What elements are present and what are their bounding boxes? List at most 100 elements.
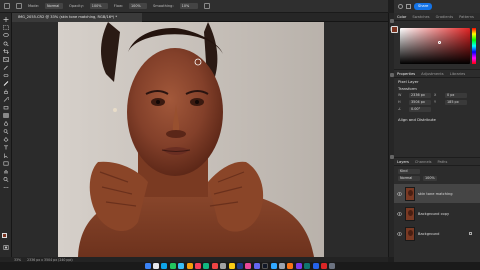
angle-field[interactable]: 0.00°	[409, 106, 431, 112]
height-field[interactable]: 3504 px	[409, 99, 431, 105]
zoom-app-icon[interactable]	[295, 263, 302, 269]
layer-filter-row: Kind	[394, 168, 480, 174]
width-field[interactable]: 2336 px	[409, 92, 431, 98]
brush-tool-icon[interactable]	[3, 81, 9, 86]
mode-select[interactable]: Normal	[45, 3, 64, 9]
more-tools-icon[interactable]	[3, 185, 9, 190]
document-tab[interactable]: IMG_2055.CR2 @ 33% (skin tone matching, …	[12, 13, 142, 22]
messages-app-icon[interactable]	[169, 263, 176, 269]
dock	[0, 262, 480, 270]
facetime-app-icon[interactable]	[203, 263, 210, 269]
photo-canvas[interactable]	[58, 22, 324, 257]
share-button[interactable]: Share	[414, 3, 433, 10]
tab-gradients[interactable]: Gradients	[436, 15, 454, 19]
launchpad-app-icon[interactable]	[153, 263, 160, 269]
align-distribute-header[interactable]: Align and Distribute	[394, 116, 480, 123]
music-app-icon[interactable]	[245, 263, 252, 269]
tv-app-icon[interactable]	[262, 263, 269, 269]
hue-slider[interactable]	[472, 28, 476, 64]
quick-mask-icon[interactable]	[3, 245, 9, 250]
mail-app-icon[interactable]	[178, 263, 185, 269]
layer-row[interactable]: Background	[394, 224, 480, 243]
tab-patterns[interactable]: Patterns	[459, 15, 474, 19]
tab-paths[interactable]: Paths	[438, 160, 448, 164]
eye-icon[interactable]	[397, 191, 402, 196]
keynote-app-icon[interactable]	[312, 263, 319, 269]
dodge-tool-icon[interactable]	[3, 129, 9, 134]
layer-opacity-field[interactable]: 100%	[423, 175, 437, 181]
zoom-level[interactable]: 33%	[14, 258, 21, 262]
hand-tool-icon[interactable]	[3, 169, 9, 174]
tab-libraries[interactable]: Libraries	[450, 72, 466, 76]
lasso-tool-icon[interactable]	[3, 33, 9, 38]
blend-mode-select[interactable]: Normal	[398, 175, 420, 181]
gear-icon[interactable]	[203, 3, 210, 9]
notes-app-icon[interactable]	[228, 263, 235, 269]
opacity-field[interactable]: 100%	[89, 3, 108, 9]
path-selection-tool-icon[interactable]	[3, 153, 9, 158]
zoom-tool-icon[interactable]	[3, 177, 9, 182]
photos-app-icon[interactable]	[195, 263, 202, 269]
color-panel-tabs: Color Swatches Gradients Patterns	[394, 13, 480, 21]
chrome-app-icon[interactable]	[287, 263, 294, 269]
layer-row[interactable]: skin tone matching	[394, 184, 480, 203]
kind-filter[interactable]: Kind	[398, 168, 420, 174]
foreground-color-swatch[interactable]	[2, 233, 7, 238]
y-field[interactable]: 185 px	[445, 99, 467, 105]
quick-select-tool-icon[interactable]	[3, 41, 9, 46]
youtube-app-icon[interactable]	[320, 263, 327, 269]
crop-tool-icon[interactable]	[3, 49, 9, 54]
frame-tool-icon[interactable]	[3, 57, 9, 62]
podcasts-app-icon[interactable]	[253, 263, 260, 269]
layer-name[interactable]: Background	[418, 232, 439, 236]
eye-icon[interactable]	[397, 231, 402, 236]
canvas-area[interactable]	[12, 22, 388, 257]
angle-row: ∠ 0.00°	[394, 106, 480, 112]
calendar-app-icon[interactable]	[211, 263, 218, 269]
maps-app-icon[interactable]	[186, 263, 193, 269]
workspace-icon[interactable]	[406, 4, 411, 9]
search-icon[interactable]	[398, 4, 403, 9]
layer-name[interactable]: Background copy	[418, 212, 449, 216]
flow-field[interactable]: 100%	[129, 3, 148, 9]
transform-header[interactable]: Transform	[394, 85, 480, 92]
healing-brush-tool-icon[interactable]	[3, 73, 9, 78]
safari-app-icon[interactable]	[161, 263, 168, 269]
tab-layers[interactable]: Layers	[397, 160, 409, 164]
brush-tool-icon[interactable]	[16, 3, 22, 9]
eye-icon[interactable]	[397, 211, 402, 216]
move-tool-icon[interactable]	[3, 17, 9, 22]
type-tool-icon[interactable]	[3, 145, 9, 150]
layer-thumbnail	[405, 206, 415, 221]
smoothing-field[interactable]: 10%	[179, 3, 198, 9]
x-field[interactable]: 0 px	[445, 92, 467, 98]
color-picker-field[interactable]	[400, 28, 470, 64]
photoshop-app-icon[interactable]	[270, 263, 277, 269]
clone-stamp-tool-icon[interactable]	[3, 89, 9, 94]
trash-icon[interactable]	[329, 263, 336, 269]
marquee-tool-icon[interactable]	[3, 25, 9, 30]
layer-name[interactable]: skin tone matching	[418, 192, 453, 196]
tab-channels[interactable]: Channels	[415, 160, 432, 164]
tab-adjustments[interactable]: Adjustments	[421, 72, 444, 76]
settings-app-icon[interactable]	[278, 263, 285, 269]
tab-properties[interactable]: Properties	[397, 72, 415, 76]
eyedropper-tool-icon[interactable]	[3, 65, 9, 70]
app-store-icon[interactable]	[237, 263, 243, 269]
foreground-swatch[interactable]	[391, 26, 398, 33]
finder-app-icon[interactable]	[144, 263, 151, 269]
tab-color[interactable]: Color	[397, 15, 406, 19]
blur-tool-icon[interactable]	[3, 121, 9, 126]
history-brush-tool-icon[interactable]	[3, 97, 9, 102]
contacts-app-icon[interactable]	[220, 263, 227, 269]
eraser-tool-icon[interactable]	[3, 105, 9, 110]
layer-thumbnail	[405, 186, 415, 201]
numbers-app-icon[interactable]	[304, 263, 311, 269]
home-icon[interactable]	[4, 3, 10, 9]
pen-tool-icon[interactable]	[3, 137, 9, 142]
color-picker-cursor[interactable]	[438, 41, 441, 44]
rectangle-tool-icon[interactable]	[3, 161, 9, 166]
tab-swatches[interactable]: Swatches	[412, 15, 429, 19]
gradient-tool-icon[interactable]	[3, 113, 9, 118]
layer-row[interactable]: Background copy	[394, 204, 480, 223]
